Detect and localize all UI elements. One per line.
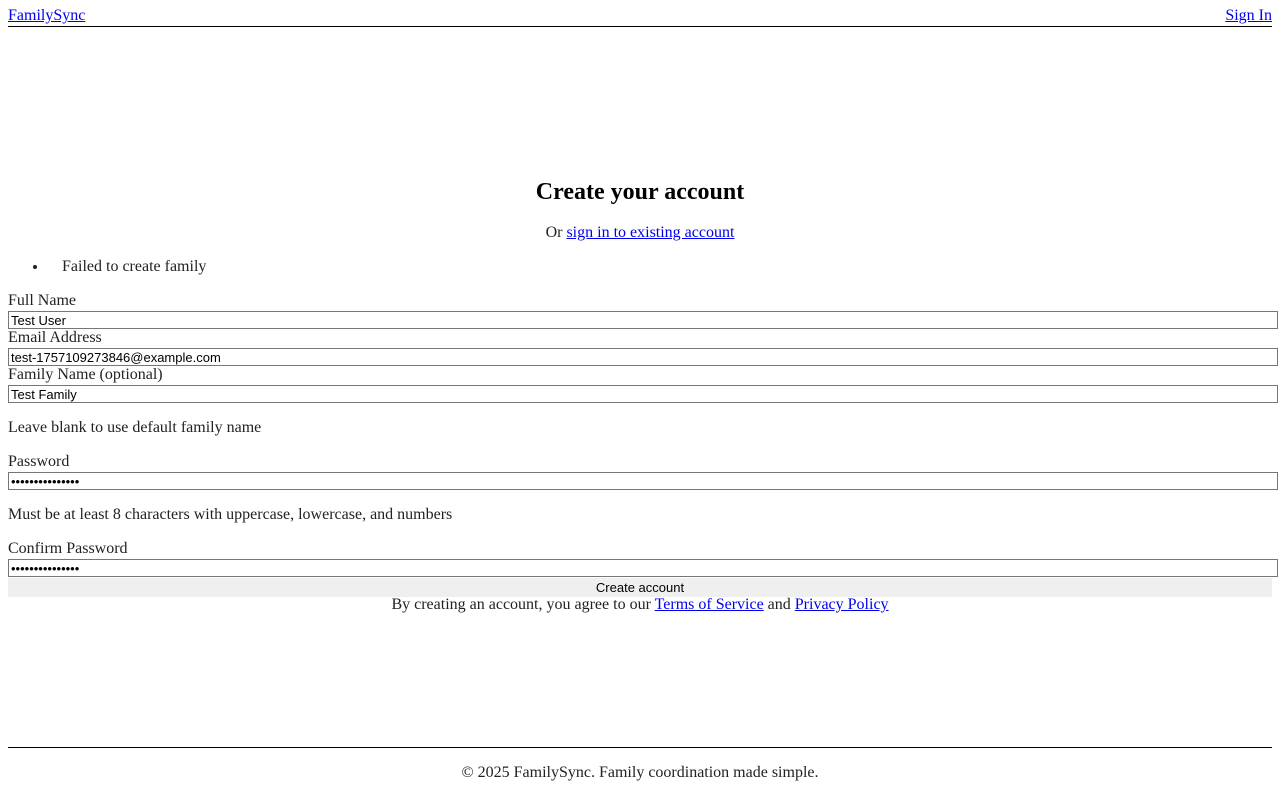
password-field[interactable] — [8, 472, 1278, 490]
family-name-label: Family Name (optional) — [8, 366, 163, 383]
terms-of-service-link[interactable]: Terms of Service — [655, 596, 764, 613]
terms-notice: By creating an account, you agree to our… — [8, 596, 1272, 614]
privacy-policy-link[interactable]: Privacy Policy — [795, 596, 889, 613]
error-list: Failed to create family — [48, 258, 206, 276]
full-name-label: Full Name — [8, 292, 76, 309]
brand-link[interactable]: FamilySync — [8, 7, 85, 25]
create-account-button[interactable]: Create account — [8, 578, 1272, 597]
full-name-field[interactable] — [8, 311, 1278, 329]
password-label: Password — [8, 453, 70, 470]
sign-in-existing-link[interactable]: sign in to existing account — [566, 224, 734, 241]
error-item: Failed to create family — [48, 258, 206, 276]
email-label: Email Address — [8, 329, 102, 346]
sign-in-link[interactable]: Sign In — [1225, 7, 1272, 25]
page-title: Create your account — [535, 179, 745, 205]
site-footer: © 2025 FamilySync. Family coordination m… — [8, 747, 1272, 782]
site-header: FamilySync Sign In — [8, 0, 1272, 27]
confirm-password-label: Confirm Password — [8, 540, 128, 557]
family-name-hint: Leave blank to use default family name — [8, 419, 262, 436]
footer-copyright: © 2025 FamilySync. Family coordination m… — [461, 764, 819, 781]
password-hint: Must be at least 8 characters with upper… — [8, 506, 453, 523]
terms-conjunction: and — [767, 596, 791, 613]
subtitle: Or sign in to existing account — [8, 224, 1272, 242]
email-field[interactable] — [8, 348, 1278, 366]
terms-prefix: By creating an account, you agree to our — [391, 596, 651, 613]
subtitle-prefix: Or — [545, 224, 563, 241]
family-name-field[interactable] — [8, 385, 1278, 403]
confirm-password-field[interactable] — [8, 559, 1278, 577]
